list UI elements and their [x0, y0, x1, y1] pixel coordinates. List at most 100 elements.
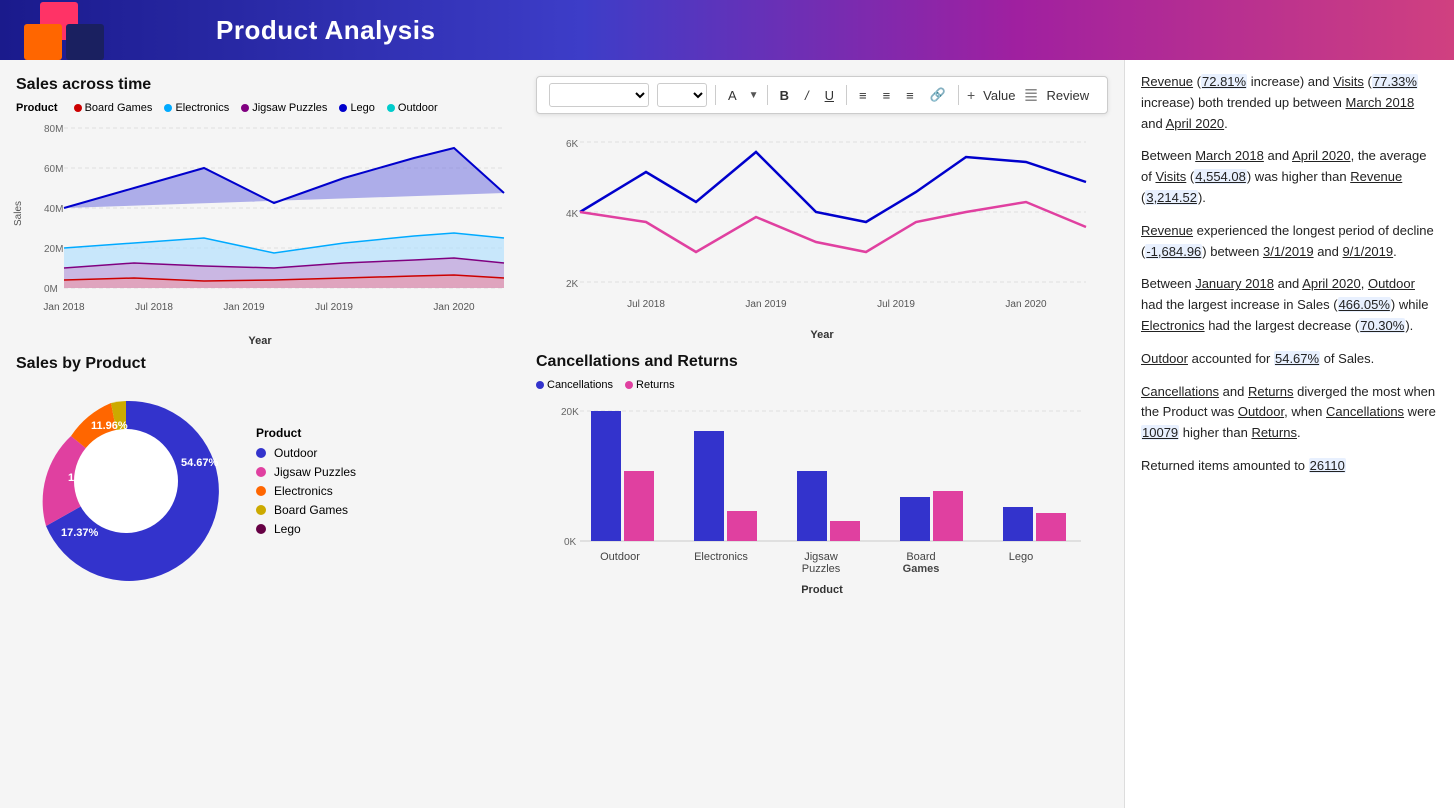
svg-text:6K: 6K	[566, 139, 579, 150]
insight-6: Cancellations and Returns diverged the m…	[1141, 382, 1438, 444]
svg-text:Jul 2018: Jul 2018	[135, 302, 173, 313]
insight-revenue-avg: 3,214.52	[1145, 190, 1198, 205]
sales-by-product-title: Sales by Product	[16, 355, 504, 373]
add-icon: +	[967, 87, 975, 103]
jigsaw-returns-bar	[830, 521, 860, 541]
link-button[interactable]: 🔗	[926, 85, 950, 105]
bold-button[interactable]: B	[776, 86, 793, 105]
lego-legend-label: Lego	[274, 522, 301, 536]
lego-dot	[339, 104, 347, 112]
insights-panel: Revenue (72.81% increase) and Visits (77…	[1124, 60, 1454, 808]
cancellations-dot	[536, 381, 544, 389]
review-icon: ≣	[1023, 85, 1038, 106]
insight-visits-2: Visits	[1155, 169, 1186, 184]
legend-electronics-item: Electronics	[256, 484, 356, 498]
insight-april-2020-3: April 2020	[1302, 276, 1361, 291]
insight-visits-1: Visits	[1333, 74, 1364, 89]
legend-board-games: Board Games	[74, 102, 153, 114]
board-cancellations-bar	[900, 497, 930, 541]
insight-outdoor-2: Outdoor	[1141, 351, 1188, 366]
jigsaw-dot	[241, 104, 249, 112]
insight-77pct: 77.33%	[1372, 74, 1418, 89]
italic-button[interactable]: /	[801, 86, 813, 105]
lego-cancellations-bar	[1003, 507, 1033, 541]
divider-2	[767, 85, 768, 105]
outdoor-returns-bar	[624, 471, 654, 541]
svg-text:Electronics: Electronics	[694, 551, 748, 563]
jigsaw-legend-label: Jigsaw Puzzles	[274, 465, 356, 479]
insight-5467pct: 54.67%	[1274, 351, 1320, 366]
cancellations-title: Cancellations and Returns	[536, 353, 1108, 371]
svg-text:60M: 60M	[44, 164, 63, 175]
legend-product-label: Product	[16, 102, 58, 114]
insight-4: Between January 2018 and April 2020, Out…	[1141, 274, 1438, 336]
insight-9-1-2019: 9/1/2019	[1343, 244, 1394, 259]
header: Product Analysis	[0, 0, 1454, 60]
donut-chart: 54.67% 17.37% 12.98% 11.96%	[16, 381, 236, 581]
sales-x-label: Year	[16, 335, 504, 347]
svg-text:Games: Games	[903, 563, 940, 575]
insight-outdoor-1: Outdoor	[1368, 276, 1415, 291]
svg-text:40M: 40M	[44, 204, 63, 215]
logo-orange	[24, 24, 62, 60]
sales-area-chart: 80M 60M 40M 20M 0M	[16, 118, 506, 328]
insight-returns-2: Returns	[1251, 425, 1297, 440]
board-games-dot	[74, 104, 82, 112]
insight-3: Revenue experienced the longest period o…	[1141, 221, 1438, 263]
svg-text:4K: 4K	[566, 209, 579, 220]
insight-march-2018-2: March 2018	[1195, 148, 1264, 163]
divider-1	[715, 85, 716, 105]
insight-3-1-2019: 3/1/2019	[1263, 244, 1314, 259]
svg-text:Jan 2019: Jan 2019	[223, 302, 265, 313]
legend-lego: Lego	[339, 102, 374, 114]
cancellations-label: Cancellations	[547, 379, 613, 391]
electronics-cancellations-bar	[694, 431, 724, 541]
font-size-select[interactable]	[657, 83, 707, 107]
logo-dark-blue	[66, 24, 104, 60]
insight-26110: 26110	[1309, 458, 1346, 473]
review-label[interactable]: Review	[1047, 88, 1090, 103]
cancellations-section: Cancellations and Returns Cancellations …	[536, 353, 1108, 596]
jigsaw-cancellations-bar	[797, 471, 827, 541]
align-center-button[interactable]: ≡	[879, 86, 895, 105]
insight-returns-1: Returns	[1248, 384, 1294, 399]
svg-text:20M: 20M	[44, 244, 63, 255]
returns-label: Returns	[636, 379, 675, 391]
insight-electronics-1: Electronics	[1141, 318, 1205, 333]
cancellations-legend: Cancellations Returns	[536, 379, 1108, 391]
divider-4	[958, 85, 959, 105]
lego-legend-dot	[256, 524, 266, 534]
value-label[interactable]: Value	[983, 88, 1015, 103]
insight-7: Returned items amounted to 26110	[1141, 456, 1438, 477]
board-games-legend-dot	[256, 505, 266, 515]
font-color-button[interactable]: A	[724, 86, 741, 105]
underline-button[interactable]: U	[821, 86, 838, 105]
align-left-button[interactable]: ≡	[855, 86, 871, 105]
font-family-select[interactable]	[549, 83, 649, 107]
board-returns-bar	[933, 491, 963, 541]
svg-text:20K: 20K	[561, 407, 579, 418]
insight-visits-avg: 4,554.08	[1194, 169, 1247, 184]
y-axis-label: Sales	[13, 201, 24, 226]
insight-5: Outdoor accounted for 54.67% of Sales.	[1141, 349, 1438, 370]
insight-revenue-1: Revenue	[1141, 74, 1193, 89]
insight-72pct: 72.81%	[1201, 74, 1247, 89]
insight-cancellations-1: Cancellations	[1141, 384, 1219, 399]
insight-revenue-3: Revenue	[1141, 223, 1193, 238]
sales-over-time-title: Sales across time	[16, 76, 504, 94]
svg-text:Jan 2020: Jan 2020	[433, 302, 475, 313]
svg-text:0K: 0K	[564, 537, 577, 548]
insight-outdoor-3: Outdoor	[1238, 404, 1284, 419]
electronics-label: Electronics	[175, 102, 229, 114]
svg-text:Jigsaw: Jigsaw	[804, 551, 838, 563]
returns-dot	[625, 381, 633, 389]
sales-legend: Product Board Games Electronics Jigsaw P…	[16, 102, 504, 114]
lego-label: Lego	[350, 102, 374, 114]
insight-70pct: 70.30%	[1359, 318, 1405, 333]
align-right-button[interactable]: ≡	[902, 86, 918, 105]
svg-text:Board: Board	[906, 551, 935, 563]
insight-2: Between March 2018 and April 2020, the a…	[1141, 146, 1438, 208]
sales-by-product-section: Sales by Product	[16, 355, 504, 581]
insight-jan-2018: January 2018	[1195, 276, 1274, 291]
svg-text:17.37%: 17.37%	[61, 527, 99, 539]
